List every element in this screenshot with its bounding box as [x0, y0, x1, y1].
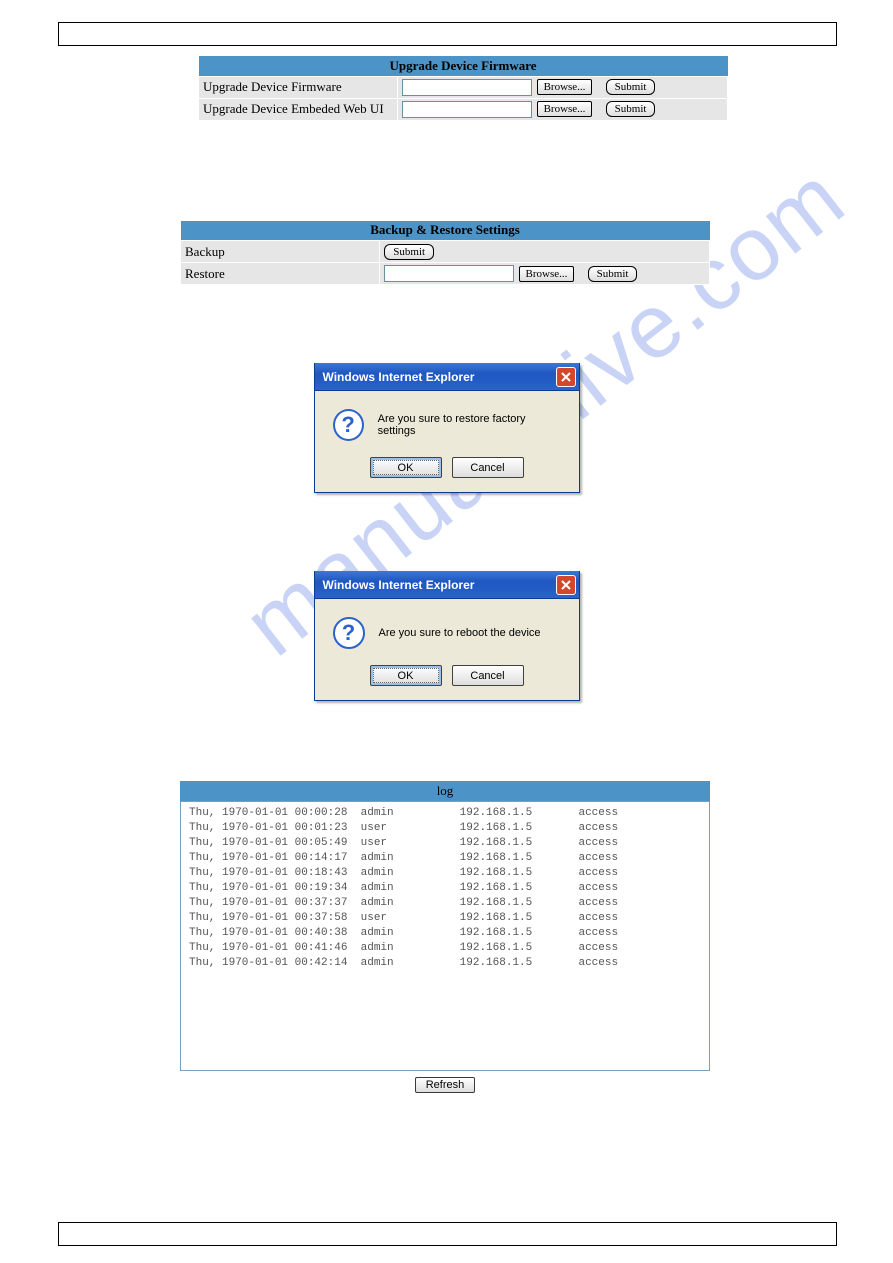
backup-label: Backup — [181, 241, 380, 263]
close-icon[interactable] — [556, 367, 576, 387]
dialog-titlebar[interactable]: Windows Internet Explorer — [315, 363, 579, 391]
restore-submit-button[interactable]: Submit — [588, 266, 638, 282]
backup-restore-table: Backup & Restore Settings Backup Submit … — [180, 221, 710, 286]
dialog-message: Are you sure to reboot the device — [379, 627, 541, 639]
upgrade-webui-label: Upgrade Device Embeded Web UI — [199, 98, 398, 120]
upgrade-firmware-path-input[interactable] — [402, 79, 532, 96]
cancel-button[interactable]: Cancel — [452, 665, 524, 686]
dialog-message: Are you sure to restore factory settings — [378, 413, 561, 437]
restore-path-input[interactable] — [384, 265, 514, 282]
upgrade-webui-path-input[interactable] — [402, 101, 532, 118]
upgrade-webui-submit-button[interactable]: Submit — [606, 101, 656, 117]
backup-submit-button[interactable]: Submit — [384, 244, 434, 260]
ok-button[interactable]: OK — [370, 457, 442, 478]
dialog-title: Windows Internet Explorer — [323, 370, 556, 384]
backup-restore-header: Backup & Restore Settings — [181, 221, 710, 241]
close-icon[interactable] — [556, 575, 576, 595]
ok-button[interactable]: OK — [370, 665, 442, 686]
upgrade-firmware-label: Upgrade Device Firmware — [199, 76, 398, 98]
cancel-button[interactable]: Cancel — [452, 457, 524, 478]
question-icon: ? — [333, 617, 365, 649]
page-border-bottom — [58, 1222, 837, 1246]
restore-browse-button[interactable]: Browse... — [519, 266, 575, 282]
log-header: log — [180, 781, 710, 801]
restore-label: Restore — [181, 263, 380, 285]
dialog-titlebar[interactable]: Windows Internet Explorer — [315, 571, 579, 599]
log-textarea[interactable]: Thu, 1970-01-01 00:00:28 admin 192.168.1… — [180, 801, 710, 1071]
upgrade-table: Upgrade Device Firmware Upgrade Device F… — [198, 56, 728, 121]
refresh-button[interactable]: Refresh — [415, 1077, 476, 1093]
question-icon: ? — [333, 409, 364, 441]
page-border-top — [58, 22, 837, 46]
upgrade-webui-browse-button[interactable]: Browse... — [537, 101, 593, 117]
upgrade-firmware-submit-button[interactable]: Submit — [606, 79, 656, 95]
dialog-title: Windows Internet Explorer — [323, 578, 556, 592]
reboot-dialog: Windows Internet Explorer ? Are you sure… — [314, 571, 580, 701]
upgrade-header: Upgrade Device Firmware — [199, 56, 728, 76]
restore-factory-dialog: Windows Internet Explorer ? Are you sure… — [314, 363, 580, 493]
upgrade-firmware-browse-button[interactable]: Browse... — [537, 79, 593, 95]
